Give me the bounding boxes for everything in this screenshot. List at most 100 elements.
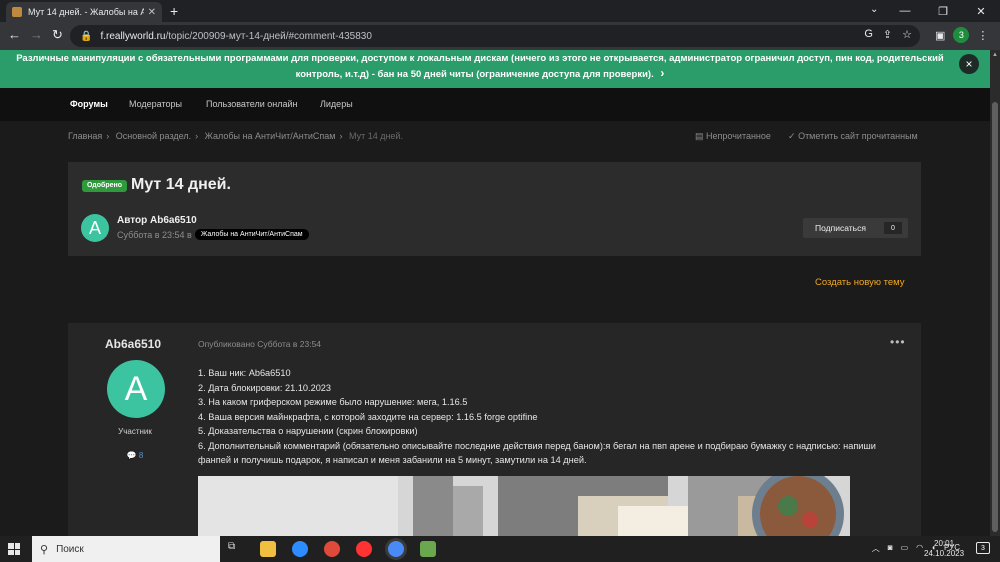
screenshot-picture (198, 476, 850, 536)
chrome-active-icon[interactable] (388, 541, 404, 557)
post-avatar[interactable]: A (107, 360, 165, 418)
unread-link[interactable]: ▤ Непрочитанное (695, 131, 771, 142)
comment-icon: 💬 (126, 451, 137, 460)
scrollbar-thumb[interactable] (992, 102, 998, 532)
breadcrumb-home[interactable]: Главная (68, 131, 102, 141)
yandex-browser-icon[interactable] (356, 541, 372, 557)
post: Ab6a6510 A Участник 💬 8 Опубликовано Суб… (68, 323, 921, 536)
breadcrumb: Главная › Основной раздел. › Жалобы на Ант… (68, 131, 407, 141)
tab-search-icon[interactable]: ⌄ (870, 4, 878, 15)
taskbar-search-text: Поиск (56, 543, 84, 555)
topic-date-line: Суббота в 23:54 в Жалобы на АнтиЧит/Анти… (117, 229, 309, 240)
reload-button[interactable]: ↻ (52, 27, 63, 43)
nav-forums[interactable]: Форумы (70, 99, 108, 109)
topic-date: Суббота в 23:54 в (117, 229, 192, 240)
subscribe-button[interactable]: Подписаться 0 (803, 218, 908, 238)
url-text: f.reallyworld.ru/topic/200909-мут-14-дне… (100, 30, 372, 42)
task-view-icon[interactable]: ⧉ (228, 541, 244, 557)
share-icon[interactable]: ⇪ (883, 28, 892, 41)
windows-taskbar: ⚲ Поиск ⧉ ︿ ◙ ▭ ◠ ◖ РУС 20:01 24.10.2023… (0, 536, 1000, 562)
post-reputation: 💬 8 (68, 451, 202, 460)
maximize-button[interactable]: ❐ (924, 0, 962, 22)
post-meta: Опубликовано Суббота в 23:54 (198, 339, 322, 349)
clock-time: 20:01 (934, 539, 955, 548)
file-explorer-icon[interactable] (260, 541, 276, 557)
post-author-rank: Участник (118, 427, 152, 436)
tray-expand-icon[interactable]: ︿ (872, 543, 880, 554)
author-line[interactable]: Автор Ab6a6510 (117, 215, 197, 226)
side-panel-icon[interactable]: ▣ (935, 29, 945, 42)
nav-users-online[interactable]: Пользователи онлайн (206, 99, 297, 109)
post-line: 1. Ваш ник: Ab6a6510 (198, 368, 291, 378)
post-line: 5. Доказательства о нарушении (скрин бло… (198, 426, 418, 436)
post-author-name[interactable]: Ab6a6510 (68, 337, 198, 351)
check-icon: ✓ (788, 131, 796, 141)
breadcrumb-main-section[interactable]: Основной раздел. (116, 131, 191, 141)
profile-avatar[interactable]: 3 (953, 27, 970, 43)
tab-title: Мут 14 дней. - Жалобы на АнтиЧ (28, 7, 144, 17)
post-line: 4. Ваша версия майнкрафта, с которой зах… (198, 411, 538, 422)
chrome-icon[interactable] (324, 541, 340, 557)
browser-toolbar: ← → ↻ 🔒 f.reallyworld.ru/topic/200909-му… (0, 22, 1000, 50)
battery-icon[interactable]: ▭ (901, 543, 909, 554)
lock-icon[interactable]: 🔒 (80, 31, 92, 42)
address-bar[interactable]: 🔒 f.reallyworld.ru/topic/200909-мут-14-д… (70, 25, 920, 47)
menu-kebab-icon[interactable]: ⋮ (977, 29, 988, 42)
forward-button[interactable]: → (30, 27, 43, 42)
banner-text: Различные манипуляции с обязательными пр… (16, 53, 944, 80)
mark-read-label: Отметить сайт прочитанным (798, 131, 918, 141)
wifi-icon[interactable]: ◠ (916, 543, 923, 554)
close-window-button[interactable]: ✕ (962, 0, 1000, 22)
breadcrumb-complaints[interactable]: Жалобы на АнтиЧит/АнтиСпам (205, 131, 336, 141)
unread-label: Непрочитанное (706, 131, 771, 141)
reputation-count: 8 (138, 451, 144, 460)
site-favicon-icon (12, 7, 22, 17)
topic-header: Одобрено Мут 14 дней. A Автор Ab6a6510 С… (68, 162, 921, 256)
create-topic-button[interactable]: Создать новую тему (815, 277, 905, 288)
scroll-up-icon[interactable]: ▲ (992, 52, 998, 58)
breadcrumb-current: Мут 14 дней. (348, 131, 403, 141)
minecraft-launcher-icon[interactable] (420, 541, 436, 557)
nav-moderators[interactable]: Модераторы (129, 99, 182, 109)
subscribe-count: 0 (884, 222, 902, 234)
nav-leaders[interactable]: Лидеры (320, 99, 353, 109)
breadcrumb-separator: › (195, 131, 199, 141)
approved-badge: Одобрено (82, 180, 127, 192)
windows-start-icon[interactable] (8, 543, 20, 555)
bookmark-star-icon[interactable]: ☆ (902, 28, 912, 41)
taskbar-clock[interactable]: 20:01 24.10.2023 (924, 539, 964, 559)
banner-arrow-icon[interactable]: › (660, 66, 664, 80)
back-button[interactable]: ← (8, 27, 21, 42)
post-line: 6. Дополнительный комментарий (обязатель… (198, 440, 876, 466)
post-screenshot-image[interactable] (198, 476, 850, 536)
topic-title: Мут 14 дней. (131, 176, 231, 193)
notification-center-icon[interactable]: 3 (976, 542, 990, 554)
site-navigation: Форумы Модераторы Пользователи онлайн Ли… (0, 88, 990, 121)
minimize-button[interactable]: — (886, 0, 924, 22)
breadcrumb-separator: › (339, 131, 343, 141)
browser-tab-strip: Мут 14 дней. - Жалобы на АнтиЧ ✕ + ⌄ — ❐… (0, 0, 1000, 22)
breadcrumb-separator: › (106, 131, 110, 141)
post-body: 1. Ваш ник: Ab6a6510 2. Дата блокировки:… (198, 366, 898, 468)
omnibox-icons: G ⇪ ☆ (864, 28, 912, 41)
search-icon: ⚲ (40, 543, 49, 556)
post-options-icon[interactable]: ••• (890, 335, 906, 349)
tab-close-icon[interactable]: ✕ (148, 7, 156, 18)
taskbar-search[interactable]: ⚲ Поиск (32, 536, 220, 562)
google-icon[interactable]: G (864, 28, 873, 41)
announcement-banner: Различные манипуляции с обязательными пр… (0, 50, 990, 88)
forum-tag[interactable]: Жалобы на АнтиЧит/АнтиСпам (194, 229, 309, 240)
tray-camera-icon[interactable]: ◙ (888, 543, 893, 554)
post-author-panel: Ab6a6510 A Участник 💬 8 (68, 323, 198, 536)
clock-date: 24.10.2023 (924, 549, 965, 558)
author-avatar[interactable]: A (81, 214, 109, 242)
banner-close-button[interactable]: × (959, 54, 979, 74)
window-controls: — ❐ ✕ (886, 0, 1000, 22)
subscribe-label: Подписаться (815, 223, 866, 233)
browser-tab[interactable]: Мут 14 дней. - Жалобы на АнтиЧ ✕ (6, 2, 162, 22)
zoom-icon[interactable] (292, 541, 308, 557)
new-tab-button[interactable]: + (170, 3, 178, 19)
page-scrollbar[interactable]: ▲ (990, 50, 1000, 536)
post-line: 2. Дата блокировки: 21.10.2023 (198, 382, 332, 393)
mark-read-link[interactable]: ✓ Отметить сайт прочитанным (788, 131, 918, 142)
